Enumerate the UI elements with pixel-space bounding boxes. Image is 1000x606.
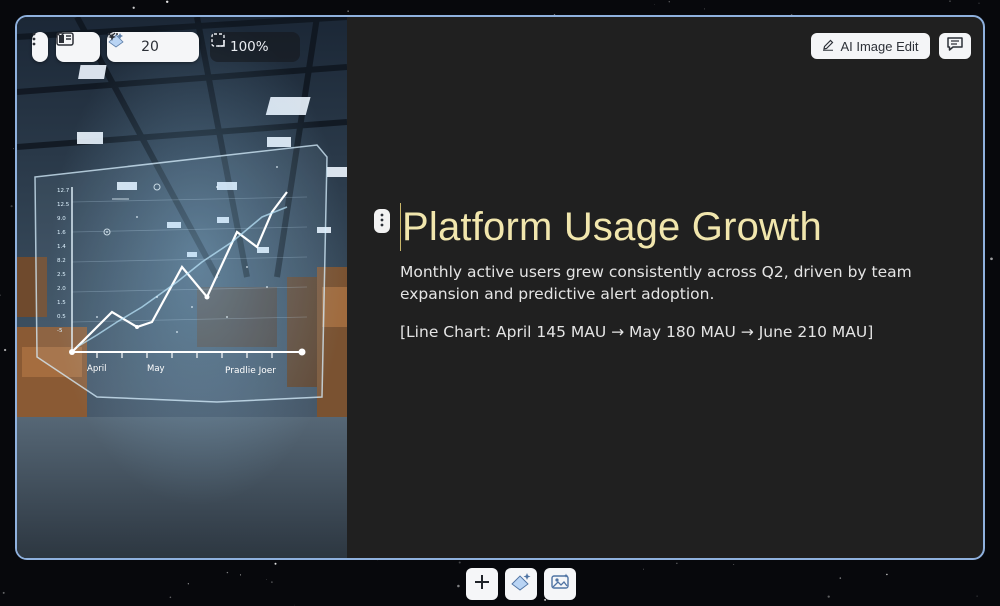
credits-dropdown[interactable]: 20 xyxy=(107,32,199,62)
star xyxy=(271,581,273,583)
star xyxy=(12,148,14,150)
x-label-april: April xyxy=(87,364,106,374)
star xyxy=(654,4,655,6)
star xyxy=(2,591,5,594)
star xyxy=(226,571,229,574)
slide-card[interactable]: 12.7 12.5 9.0 1.6 1.4 8.2 2.5 2.0 1.5 0.5 -5 April… xyxy=(15,15,985,560)
star xyxy=(949,0,951,2)
star xyxy=(239,574,242,576)
star xyxy=(827,595,830,598)
insert-image-button[interactable] xyxy=(544,568,576,600)
y-tick-label: 2.0 xyxy=(57,286,66,292)
star xyxy=(643,568,644,570)
star xyxy=(457,584,460,588)
star xyxy=(10,205,13,208)
vertical-dots-icon xyxy=(380,212,384,231)
ai-image-edit-label: AI Image Edit xyxy=(840,38,919,54)
layout-dropdown[interactable] xyxy=(56,32,100,62)
zoom-value: 100% xyxy=(230,39,269,55)
star xyxy=(733,564,735,565)
y-tick-label: 8.2 xyxy=(57,258,66,264)
y-tick-label: 0.5 xyxy=(57,314,66,320)
zoom-control[interactable]: 100% xyxy=(210,32,300,62)
slide-title[interactable]: Platform Usage Growth xyxy=(400,203,920,251)
comment-button[interactable] xyxy=(939,33,971,59)
star xyxy=(990,257,993,261)
y-tick-label: 1.6 xyxy=(57,230,66,236)
star xyxy=(704,8,705,10)
star xyxy=(165,0,169,4)
y-tick-label: 1.4 xyxy=(57,244,66,250)
warehouse-image[interactable]: 12.7 12.5 9.0 1.6 1.4 8.2 2.5 2.0 1.5 0.5 -5 April… xyxy=(17,17,347,558)
star xyxy=(266,579,268,580)
credits-value: 20 xyxy=(141,39,159,55)
y-tick-label: 2.5 xyxy=(57,272,66,278)
sparkle-icon xyxy=(510,572,532,596)
star xyxy=(976,595,978,597)
slide-body-text[interactable]: Monthly active users grew consistently a… xyxy=(400,261,920,305)
add-block-button[interactable] xyxy=(466,568,498,600)
star xyxy=(3,348,7,352)
star xyxy=(132,6,135,9)
star xyxy=(668,1,670,3)
x-label-may: May xyxy=(147,364,165,374)
warehouse-scene: 12.7 12.5 9.0 1.6 1.4 8.2 2.5 2.0 1.5 0.5 -5 April… xyxy=(17,17,347,558)
image-icon xyxy=(550,573,570,595)
block-menu-button[interactable] xyxy=(32,32,48,62)
y-tick-label: -5 xyxy=(57,328,63,334)
star xyxy=(294,604,295,606)
star xyxy=(187,583,189,585)
text-content-block[interactable]: Platform Usage Growth Monthly active use… xyxy=(400,203,920,343)
chart-placeholder-note[interactable]: [Line Chart: April 145 MAU → May 180 MAU… xyxy=(400,321,920,343)
star xyxy=(458,561,461,564)
text-block-menu-button[interactable] xyxy=(374,209,390,233)
star xyxy=(839,577,842,579)
star xyxy=(347,10,349,12)
star xyxy=(544,598,547,601)
y-tick-label: 12.5 xyxy=(57,202,70,208)
plus-icon xyxy=(473,573,491,595)
ai-generate-button[interactable] xyxy=(505,568,537,600)
star xyxy=(0,294,1,296)
x-label-june: Pradlie Joer xyxy=(225,366,276,376)
ai-image-edit-button[interactable]: AI Image Edit xyxy=(811,33,930,59)
pencil-icon xyxy=(822,39,834,54)
y-tick-label: 9.0 xyxy=(57,216,66,222)
star xyxy=(886,573,888,576)
comment-icon xyxy=(946,36,964,56)
star xyxy=(978,2,980,4)
star xyxy=(169,596,172,599)
y-tick-label: 12.7 xyxy=(57,188,70,194)
star xyxy=(274,562,277,565)
y-tick-label: 1.5 xyxy=(57,300,66,306)
star xyxy=(676,562,678,564)
